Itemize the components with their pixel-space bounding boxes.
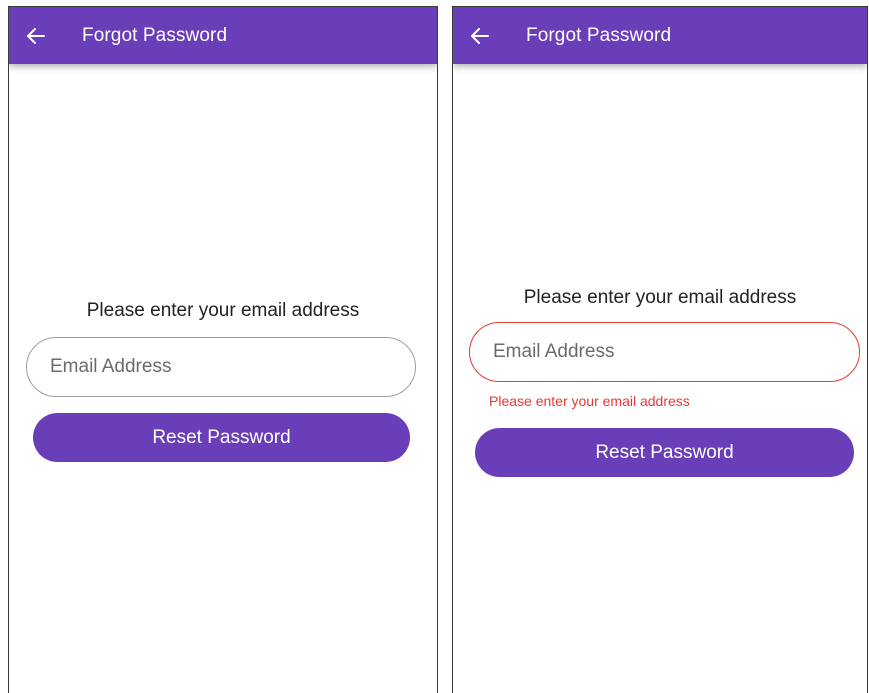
email-field-error[interactable] xyxy=(469,322,860,382)
forgot-password-screen-error: Forgot Password Please enter your email … xyxy=(452,6,868,693)
email-error-message: Please enter your email address xyxy=(489,393,690,409)
email-field[interactable] xyxy=(26,337,416,397)
page-title: Forgot Password xyxy=(82,24,228,46)
app-bar: Forgot Password xyxy=(453,7,867,64)
email-prompt-label: Please enter your email address xyxy=(86,300,360,321)
email-prompt-label: Please enter your email address xyxy=(523,287,797,308)
forgot-password-screen-default: Forgot Password Please enter your email … xyxy=(8,6,438,693)
reset-password-button[interactable]: Reset Password xyxy=(33,413,410,462)
arrow-left-icon[interactable] xyxy=(26,26,46,46)
app-bar: Forgot Password xyxy=(9,7,437,64)
reset-password-button[interactable]: Reset Password xyxy=(475,428,854,477)
email-input[interactable] xyxy=(48,355,415,379)
email-input[interactable] xyxy=(491,340,859,364)
arrow-left-icon[interactable] xyxy=(470,26,490,46)
page-title: Forgot Password xyxy=(526,24,672,46)
